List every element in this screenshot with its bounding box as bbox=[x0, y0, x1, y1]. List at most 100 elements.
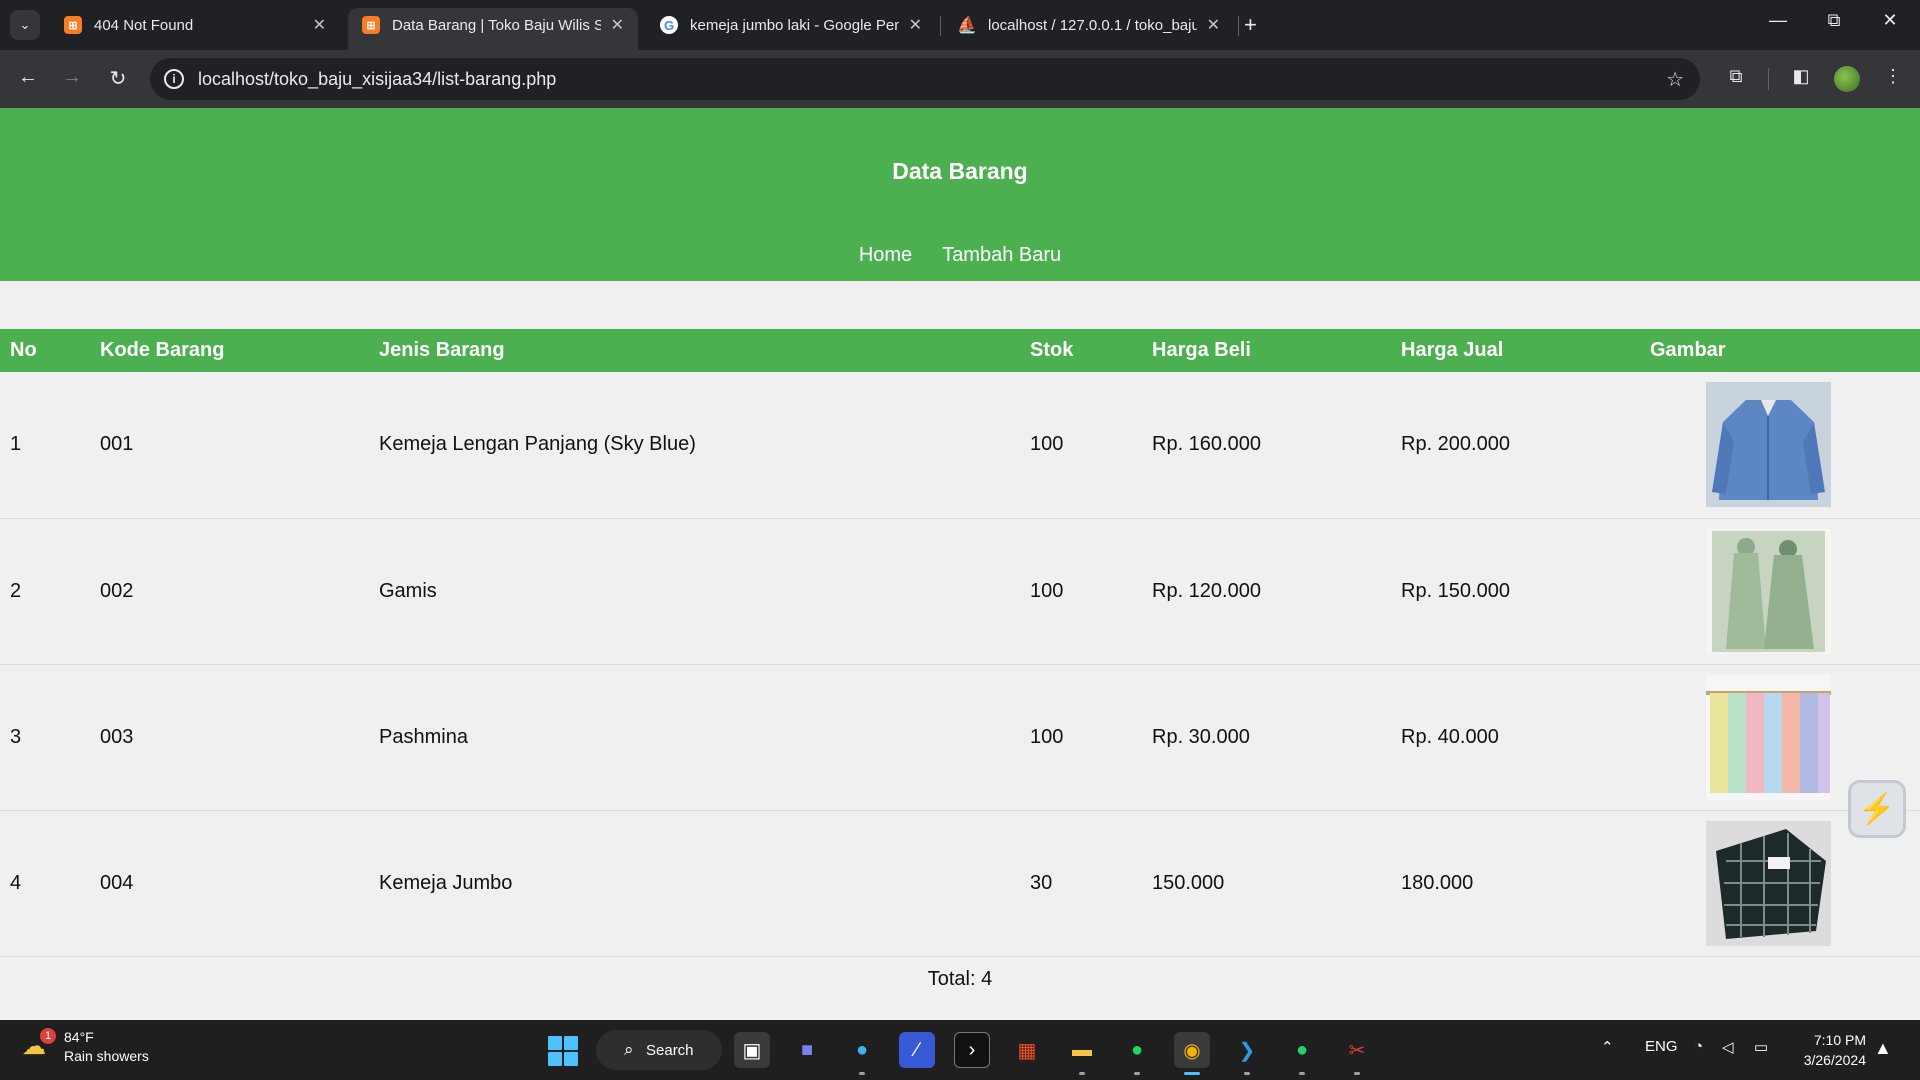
site-info-icon[interactable]: i bbox=[164, 69, 184, 89]
xampp-icon: ⊞ bbox=[64, 16, 82, 34]
table-header-row: No Kode Barang Jenis Barang Stok Harga B… bbox=[0, 329, 1920, 372]
cell-gambar bbox=[1640, 518, 1920, 664]
microsoft-store-icon[interactable]: ▦ bbox=[1009, 1032, 1045, 1068]
new-tab-plus-icon[interactable]: + bbox=[1244, 12, 1257, 38]
cell-stok: 100 bbox=[1030, 725, 1064, 748]
tab-404-not-found[interactable]: ⊞ 404 Not Found ✕ bbox=[50, 8, 340, 42]
minimize-icon[interactable]: — bbox=[1758, 10, 1798, 31]
battery-icon[interactable]: ▭ bbox=[1754, 1038, 1768, 1056]
cell-no: 1 bbox=[10, 433, 22, 456]
tab-separator bbox=[1238, 16, 1239, 36]
header-gambar: Gambar bbox=[1650, 339, 1726, 361]
phpmyadmin-icon: ⛵ bbox=[957, 17, 977, 34]
close-tab-icon[interactable]: ✕ bbox=[1207, 15, 1220, 35]
cell-jenis: Kemeja Lengan Panjang (Sky Blue) bbox=[379, 433, 696, 456]
cell-kode: 004 bbox=[100, 871, 134, 894]
snipping-tool-icon[interactable]: ✂ bbox=[1339, 1032, 1375, 1075]
taskbar-search[interactable]: ⌕ Search bbox=[596, 1030, 722, 1070]
windows-start-icon[interactable] bbox=[548, 1036, 578, 1066]
lightning-extension-icon[interactable]: ⚡ bbox=[1848, 780, 1906, 838]
total-count: Total: 4 bbox=[927, 968, 993, 990]
pashmina-scarves-image bbox=[1706, 674, 1831, 800]
edge-browser-icon[interactable]: ● bbox=[844, 1032, 880, 1075]
browser-tab-strip: ⌄ ⊞ 404 Not Found ✕ ⊞ Data Barang | Toko… bbox=[0, 0, 1920, 50]
toolbar-separator bbox=[1768, 68, 1769, 90]
header-jenis-barang: Jenis Barang bbox=[379, 339, 505, 361]
site-nav: Home Tambah Baru bbox=[0, 244, 1920, 267]
tab-phpmyadmin[interactable]: ⛵ localhost / 127.0.0.1 / toko_baju ✕ bbox=[944, 8, 1234, 42]
spotify-icon[interactable]: ● bbox=[1119, 1032, 1155, 1075]
tab-title: Data Barang | Toko Baju Wilis SI bbox=[392, 16, 601, 34]
cell-harga-beli: 150.000 bbox=[1152, 871, 1225, 894]
rain-cloud-icon: ☁ 1 bbox=[22, 1028, 56, 1062]
teams-chat-icon[interactable]: ■ bbox=[789, 1032, 825, 1068]
browser-toolbar: ← → ↻ i localhost/toko_baju_xisijaa34/li… bbox=[0, 50, 1920, 108]
data-barang-table: No Kode Barang Jenis Barang Stok Harga B… bbox=[0, 329, 1920, 957]
close-tab-icon[interactable]: ✕ bbox=[313, 15, 326, 35]
table-row: 3 003 Pashmina 100 Rp. 30.000 Rp. 40.000 bbox=[0, 664, 1920, 810]
header-harga-beli: Harga Beli bbox=[1152, 339, 1251, 361]
language-indicator[interactable]: ENG bbox=[1645, 1038, 1678, 1055]
weather-temperature: 84°F bbox=[64, 1029, 94, 1045]
nav-link-home[interactable]: Home bbox=[859, 244, 912, 267]
notification-bell-icon[interactable]: ▲ bbox=[1874, 1038, 1892, 1059]
task-view-icon[interactable]: ▣ bbox=[734, 1032, 770, 1068]
wifi-icon[interactable]: ◔ bbox=[1694, 1038, 1703, 1055]
xampp-icon: ⊞ bbox=[362, 16, 380, 34]
table-row: 2 002 Gamis 100 Rp. 120.000 Rp. 150.000 bbox=[0, 518, 1920, 664]
weather-widget[interactable]: ☁ 1 84°F Rain showers bbox=[22, 1028, 149, 1066]
weather-description: Rain showers bbox=[64, 1048, 149, 1064]
cell-harga-beli: Rp. 30.000 bbox=[1152, 725, 1250, 748]
show-hidden-icons-chevron-icon[interactable]: ⌃ bbox=[1601, 1038, 1614, 1056]
cell-jenis: Kemeja Jumbo bbox=[379, 871, 513, 894]
url-text[interactable]: localhost/toko_baju_xisijaa34/list-baran… bbox=[198, 69, 556, 90]
profile-avatar[interactable] bbox=[1834, 66, 1860, 92]
close-window-icon[interactable]: ✕ bbox=[1870, 10, 1910, 31]
side-panel-icon[interactable]: ◧ bbox=[1787, 66, 1815, 87]
vscode-icon[interactable]: ❯ bbox=[1229, 1032, 1265, 1075]
web-page: Data Barang Home Tambah Baru No Kode Bar… bbox=[0, 108, 1920, 1020]
cell-harga-beli: Rp. 120.000 bbox=[1152, 579, 1261, 602]
cell-gambar bbox=[1640, 372, 1920, 518]
volume-icon[interactable]: ◁ bbox=[1722, 1038, 1734, 1056]
back-arrow-icon[interactable]: ← bbox=[14, 66, 42, 89]
restore-icon[interactable]: ⧉ bbox=[1814, 10, 1854, 31]
close-tab-icon[interactable]: ✕ bbox=[611, 15, 624, 35]
page-title: Data Barang bbox=[892, 158, 1028, 184]
blue-shirt-image bbox=[1706, 382, 1831, 508]
cell-stok: 30 bbox=[1030, 871, 1053, 894]
cell-kode: 001 bbox=[100, 433, 134, 456]
header-kode-barang: Kode Barang bbox=[100, 339, 225, 361]
tab-data-barang[interactable]: ⊞ Data Barang | Toko Baju Wilis SI ✕ bbox=[348, 8, 638, 50]
header-no: No bbox=[10, 339, 37, 361]
weather-text: 84°F Rain showers bbox=[64, 1028, 149, 1066]
clock-date: 3/26/2024 bbox=[1803, 1052, 1866, 1068]
cell-stok: 100 bbox=[1030, 579, 1064, 602]
forward-arrow-icon[interactable]: → bbox=[58, 66, 86, 89]
chrome-icon[interactable]: ◉ bbox=[1174, 1032, 1210, 1075]
address-bar[interactable]: i localhost/toko_baju_xisijaa34/list-bar… bbox=[150, 58, 1700, 100]
tab-google-search[interactable]: G kemeja jumbo laki - Google Pen ✕ bbox=[646, 8, 936, 42]
whatsapp-icon[interactable]: ● bbox=[1284, 1032, 1320, 1075]
reload-icon[interactable]: ↻ bbox=[104, 66, 132, 91]
file-explorer-icon[interactable]: ▬ bbox=[1064, 1032, 1100, 1075]
notification-badge: 1 bbox=[40, 1028, 56, 1044]
nav-link-tambah-baru[interactable]: Tambah Baru bbox=[942, 244, 1061, 267]
clock-time: 7:10 PM bbox=[1813, 1032, 1866, 1048]
system-clock[interactable]: 7:10 PM 3/26/2024 bbox=[1790, 1030, 1866, 1070]
tab-title: localhost / 127.0.0.1 / toko_baju bbox=[988, 16, 1197, 34]
tab-title: 404 Not Found bbox=[94, 16, 194, 34]
menu-kebab-icon[interactable]: ⋮ bbox=[1879, 66, 1907, 87]
cell-stok: 100 bbox=[1030, 433, 1064, 456]
search-icon: ⌕ bbox=[624, 1040, 634, 1059]
header-harga-jual: Harga Jual bbox=[1401, 339, 1504, 361]
terminal-icon[interactable]: › bbox=[954, 1032, 990, 1068]
cell-no: 2 bbox=[10, 579, 22, 602]
tab-search-chevron-icon[interactable]: ⌄ bbox=[10, 10, 40, 40]
close-tab-icon[interactable]: ✕ bbox=[909, 15, 922, 35]
gamis-dress-image bbox=[1706, 528, 1831, 654]
bookmark-star-icon[interactable]: ☆ bbox=[1666, 67, 1684, 92]
extensions-puzzle-icon[interactable]: ⧉ bbox=[1722, 66, 1750, 87]
cell-harga-jual: 180.000 bbox=[1401, 871, 1474, 894]
visual-studio-icon[interactable]: ∕ bbox=[899, 1032, 935, 1068]
